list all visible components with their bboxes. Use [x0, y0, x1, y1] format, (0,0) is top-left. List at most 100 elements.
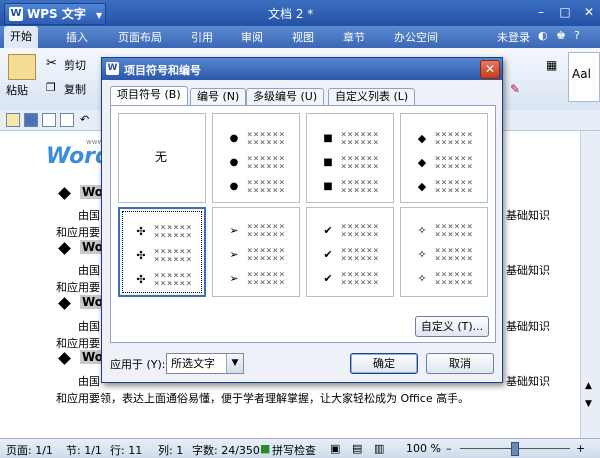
style-gallery[interactable]: Aal: [568, 52, 600, 102]
scroll-up-icon[interactable]: ▲: [585, 381, 592, 391]
placeholder-text: ×××××× ××××××: [247, 130, 286, 148]
open-folder-icon[interactable]: [6, 113, 20, 127]
minimize-icon[interactable]: –: [532, 4, 550, 20]
tab-chapter[interactable]: 章节: [343, 29, 365, 45]
bullet-option-star[interactable]: ✧ ×××××× ×××××× ✧ ×××××× ×××××× ✧ ×××××× ××…: [400, 207, 488, 297]
scissors-icon[interactable]: ✂: [46, 56, 57, 71]
chevron-down-icon[interactable]: ▼: [226, 354, 243, 373]
para-fragment-right: 基础知识: [506, 209, 550, 222]
copy-icon[interactable]: ❐: [46, 81, 56, 94]
app-name: WPS 文字: [27, 7, 86, 21]
dot-bullet-icon: ●: [229, 133, 239, 144]
tab-review[interactable]: 审阅: [241, 29, 263, 45]
copy-button[interactable]: 复制: [64, 81, 86, 97]
placeholder-text: ×××××× ××××××: [435, 154, 474, 172]
zoom-in-icon[interactable]: +: [576, 442, 585, 455]
apply-to-select[interactable]: 所选文字 ▼: [166, 353, 244, 374]
bullet-option-dot[interactable]: ● ×××××× ×××××× ● ×××××× ×××××× ● ×××××× ××…: [212, 113, 300, 203]
cut-button[interactable]: 剪切: [64, 57, 86, 73]
tab-custom-list[interactable]: 自定义列表 (L): [328, 88, 416, 105]
print-preview-icon[interactable]: [60, 113, 74, 127]
spellcheck-icon: ■: [260, 442, 271, 455]
wps-menu-button[interactable]: W WPS 文字 ▼: [4, 3, 106, 25]
four-diamond-bullet-icon: ✣: [136, 225, 146, 238]
none-label: 无: [155, 150, 168, 164]
scroll-down-icon[interactable]: ▼: [585, 399, 592, 409]
close-icon[interactable]: ✕: [580, 4, 598, 20]
view-web-icon[interactable]: ▥: [374, 442, 384, 455]
bullet-option-square[interactable]: ■ ×××××× ×××××× ■ ×××××× ×××××× ■ ×××××× ××…: [306, 113, 394, 203]
bullet-option-arrow[interactable]: ➢ ×××××× ×××××× ➢ ×××××× ×××××× ➢ ×××××× ××…: [212, 207, 300, 297]
bullet-option-checkmark[interactable]: ✔ ×××××× ×××××× ✔ ×××××× ×××××× ✔ ×××××× ××…: [306, 207, 394, 297]
status-bar: 页面: 1/1 节: 1/1 行: 11 列: 1 字数: 24/350 ■ 拼…: [0, 438, 600, 458]
login-link[interactable]: 未登录: [497, 29, 530, 45]
view-page-icon[interactable]: ▣: [330, 442, 340, 455]
zoom-level: 100 %: [406, 442, 441, 455]
placeholder-text: ×××××× ××××××: [341, 130, 380, 148]
tab-page-layout[interactable]: 页面布局: [118, 29, 162, 45]
document-title: 文档 2 *: [268, 7, 314, 21]
status-wordcount[interactable]: 字数: 24/350: [192, 442, 260, 458]
highlight-icon[interactable]: ✎: [510, 82, 520, 96]
tab-home[interactable]: 开始: [4, 26, 38, 48]
diamond-bullet-icon: ◆: [417, 180, 427, 193]
square-bullet-icon: ■: [323, 181, 333, 192]
tab-insert[interactable]: 插入: [66, 29, 88, 45]
ok-button[interactable]: 确定: [350, 353, 418, 374]
bullet-option-none[interactable]: 无: [118, 113, 206, 203]
bullet-gallery: 无 ● ×××××× ×××××× ● ×××××× ×××××× ● ×××××× …: [110, 105, 496, 343]
placeholder-text: ×××××× ××××××: [435, 178, 474, 196]
view-outline-icon[interactable]: ▤: [352, 442, 362, 455]
save-icon[interactable]: [24, 113, 38, 127]
para-fragment: 和应用要: [56, 281, 100, 294]
undo-icon[interactable]: ↶: [80, 113, 92, 126]
spellcheck-button[interactable]: 拼写检查: [272, 442, 316, 458]
placeholder-text: ×××××× ××××××: [247, 270, 286, 288]
placeholder-text: ×××××× ××××××: [341, 154, 380, 172]
dot-bullet-icon: ●: [229, 181, 239, 192]
arrow-bullet-icon: ➢: [229, 248, 239, 261]
print-icon[interactable]: [42, 113, 56, 127]
para-fragment: 和应用要: [56, 226, 100, 239]
skin-icon[interactable]: ◐: [538, 29, 548, 42]
grid-icon[interactable]: ▦: [546, 58, 557, 72]
placeholder-text: ×××××× ××××××: [247, 154, 286, 172]
tab-multilevel[interactable]: 多级编号 (U): [246, 88, 325, 105]
help-icon[interactable]: ?: [574, 29, 580, 42]
diamond-bullet-icon: ◆: [417, 156, 427, 169]
placeholder-text: ×××××× ××××××: [341, 270, 380, 288]
checkmark-bullet-icon: ✔: [323, 224, 333, 237]
paste-button[interactable]: 粘贴: [6, 82, 28, 98]
para-fragment: 由国: [78, 264, 100, 277]
vertical-scrollbar[interactable]: ▲ ▼: [580, 131, 600, 438]
bullets-numbering-dialog: W 项目符号和编号 ✕ 项目符号 (B) 编号 (N) 多级编号 (U) 自定义…: [101, 57, 503, 383]
square-bullet-icon: ■: [323, 157, 333, 168]
placeholder-text: ×××××× ××××××: [435, 222, 474, 240]
shirt-icon[interactable]: ♚: [556, 29, 566, 42]
maximize-icon[interactable]: □: [556, 4, 574, 20]
placeholder-text: ×××××× ××××××: [154, 271, 193, 289]
dialog-title-bar[interactable]: W 项目符号和编号 ✕: [102, 58, 502, 80]
para-fragment-right: 基础知识: [506, 264, 550, 277]
bullet-option-diamond[interactable]: ◆ ×××××× ×××××× ◆ ×××××× ×××××× ◆ ×××××× ××…: [400, 113, 488, 203]
customize-button[interactable]: 自定义 (T)...: [415, 316, 489, 337]
tab-view[interactable]: 视图: [292, 29, 314, 45]
zoom-out-icon[interactable]: –: [446, 442, 452, 455]
document-last-line: 和应用要领，表达上面通俗易懂，便于学者理解掌握，让大家轻松成为 Office 高…: [56, 392, 470, 405]
close-icon[interactable]: ✕: [480, 60, 500, 79]
paste-icon[interactable]: [8, 54, 36, 80]
bullet-option-four-diamonds[interactable]: ✣ ×××××× ×××××× ✣ ×××××× ×××××× ✣ ×××××× ××…: [118, 207, 206, 297]
four-diamond-bullet-icon: ✣: [136, 249, 146, 262]
zoom-slider-thumb[interactable]: [511, 442, 519, 456]
cancel-button[interactable]: 取消: [426, 353, 494, 374]
tab-references[interactable]: 引用: [191, 29, 213, 45]
status-page: 页面: 1/1: [6, 444, 53, 457]
star-bullet-icon: ✧: [417, 224, 427, 237]
para-fragment-right: 基础知识: [506, 375, 550, 388]
tab-bullets[interactable]: 项目符号 (B): [110, 86, 188, 106]
star-bullet-icon: ✧: [417, 248, 427, 261]
placeholder-text: ×××××× ××××××: [341, 246, 380, 264]
tab-numbering[interactable]: 编号 (N): [190, 88, 247, 105]
tab-office-space[interactable]: 办公空间: [394, 29, 438, 45]
placeholder-text: ×××××× ××××××: [341, 178, 380, 196]
